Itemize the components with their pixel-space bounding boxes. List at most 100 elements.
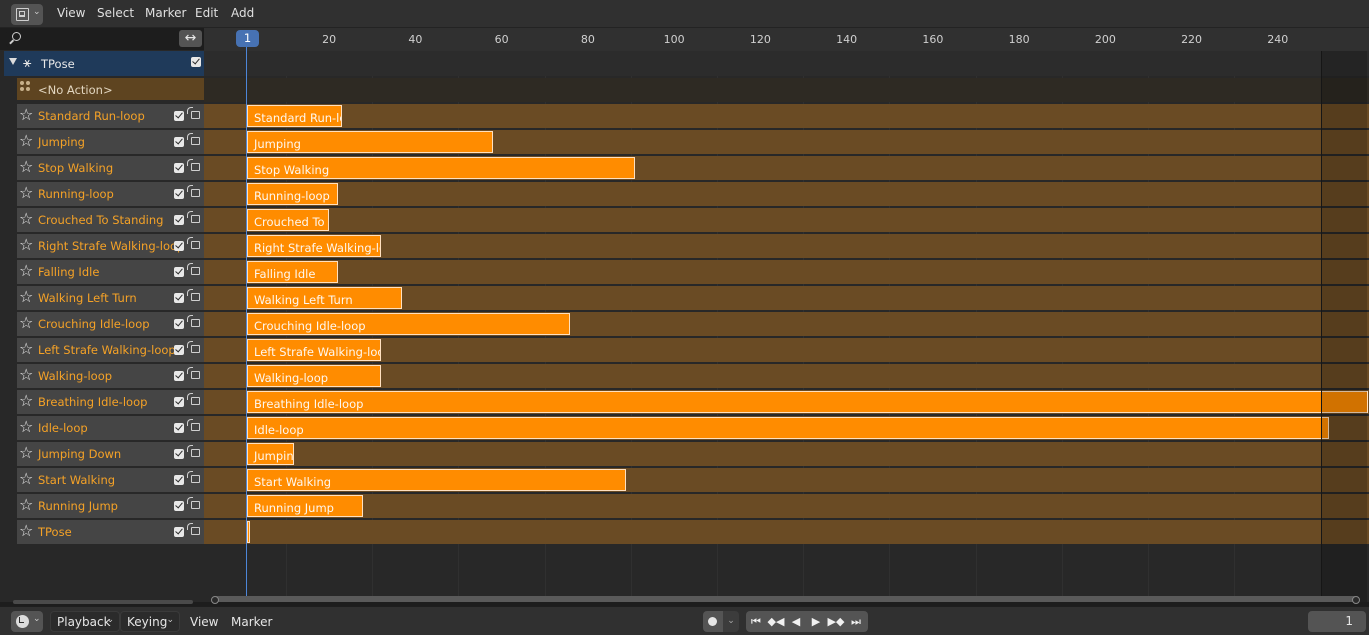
nla-track-row[interactable]: ☆ Crouching Idle-loop xyxy=(17,312,204,338)
play-icon[interactable]: ▶ xyxy=(806,611,826,632)
lock-icon[interactable] xyxy=(187,107,200,119)
lock-icon[interactable] xyxy=(187,497,200,509)
object-channel[interactable]: ⚹ TPose xyxy=(4,51,204,76)
menu-select[interactable]: Select xyxy=(97,6,134,20)
nla-track-row[interactable]: ☆ Walking-loop xyxy=(17,364,204,390)
star-icon[interactable]: ☆ xyxy=(19,184,33,202)
action-strip[interactable]: Standard Run-lo xyxy=(247,105,342,127)
lock-icon[interactable] xyxy=(187,471,200,483)
action-strip[interactable]: Crouching Idle-loop xyxy=(247,313,571,335)
lock-icon[interactable] xyxy=(187,211,200,223)
star-icon[interactable]: ☆ xyxy=(19,418,33,436)
frame-ruler[interactable]: 20 40 60 80 100 120 140 160 180 200 220 240 xyxy=(204,28,1369,51)
menu-view[interactable]: View xyxy=(57,6,85,20)
star-icon[interactable]: ☆ xyxy=(19,158,33,176)
playhead[interactable] xyxy=(246,47,247,602)
star-icon[interactable]: ☆ xyxy=(19,392,33,410)
track-mute-checkbox[interactable] xyxy=(174,501,184,511)
disclosure-triangle-icon[interactable] xyxy=(9,58,17,65)
track-mute-checkbox[interactable] xyxy=(174,345,184,355)
star-icon[interactable]: ☆ xyxy=(19,366,33,384)
action-strip[interactable]: Walking-loop xyxy=(247,365,381,387)
play-reverse-icon[interactable]: ◀ xyxy=(786,611,806,632)
nla-track-row[interactable]: ☆ Running-loop xyxy=(17,182,204,208)
nla-track-row[interactable]: ☆ Stop Walking xyxy=(17,156,204,182)
action-strip[interactable]: Walking Left Turn xyxy=(247,287,403,309)
nla-track-row[interactable]: ☆ Right Strafe Walking-loop xyxy=(17,234,204,260)
action-strip[interactable]: Right Strafe Walking-loo xyxy=(247,235,381,257)
object-checkbox[interactable] xyxy=(191,57,201,67)
action-strip[interactable]: Crouched To xyxy=(247,209,329,231)
star-icon[interactable]: ☆ xyxy=(19,262,33,280)
star-icon[interactable]: ☆ xyxy=(19,340,33,358)
track-mute-checkbox[interactable] xyxy=(174,163,184,173)
search-field[interactable] xyxy=(6,30,179,47)
action-strip[interactable]: Falling Idle xyxy=(247,261,338,283)
menu-view[interactable]: View xyxy=(190,615,218,629)
action-strip[interactable]: Breathing Idle-loop xyxy=(247,391,1369,413)
star-icon[interactable]: ☆ xyxy=(19,288,33,306)
star-icon[interactable]: ☆ xyxy=(19,444,33,462)
action-strip[interactable]: Running Jump xyxy=(247,495,364,517)
track-mute-checkbox[interactable] xyxy=(174,137,184,147)
search-input[interactable] xyxy=(26,30,176,47)
track-mute-checkbox[interactable] xyxy=(174,423,184,433)
track-mute-checkbox[interactable] xyxy=(174,449,184,459)
menu-edit[interactable]: Edit xyxy=(195,6,218,20)
action-strip[interactable]: Left Strafe Walking-loop xyxy=(247,339,381,361)
lock-icon[interactable] xyxy=(187,263,200,275)
no-action-channel[interactable]: <No Action> xyxy=(17,78,204,100)
track-mute-checkbox[interactable] xyxy=(174,189,184,199)
channel-scrollbar[interactable] xyxy=(13,600,193,604)
nla-track-row[interactable]: ☆ Crouched To Standing xyxy=(17,208,204,234)
lock-icon[interactable] xyxy=(187,393,200,405)
nla-strip-view[interactable]: Standard Run-lo Jumping Stop Walking Runnin… xyxy=(204,51,1369,602)
track-mute-checkbox[interactable] xyxy=(174,267,184,277)
lock-icon[interactable] xyxy=(187,133,200,145)
track-mute-checkbox[interactable] xyxy=(174,527,184,537)
lock-icon[interactable] xyxy=(187,341,200,353)
jump-to-end-icon[interactable]: ⏭ xyxy=(846,611,866,632)
lock-icon[interactable] xyxy=(187,159,200,171)
track-mute-checkbox[interactable] xyxy=(174,215,184,225)
nla-track-row[interactable]: ☆ Jumping xyxy=(17,130,204,156)
prev-keyframe-icon[interactable]: ◆◀ xyxy=(766,611,786,632)
action-strip[interactable]: Jumpin xyxy=(247,443,295,465)
nla-track-row[interactable]: ☆ Standard Run-loop xyxy=(17,104,204,130)
nla-track-row[interactable]: ☆ Start Walking xyxy=(17,468,204,494)
nla-track-row[interactable]: ☆ Jumping Down xyxy=(17,442,204,468)
track-mute-checkbox[interactable] xyxy=(174,111,184,121)
lock-icon[interactable] xyxy=(187,289,200,301)
nla-track-row[interactable]: ☆ Falling Idle xyxy=(17,260,204,286)
nla-track-row[interactable]: ☆ Idle-loop xyxy=(17,416,204,442)
nla-track-row[interactable]: ☆ Breathing Idle-loop xyxy=(17,390,204,416)
horizontal-scrollbar[interactable] xyxy=(211,596,1360,604)
editor-type-button[interactable]: ⌄ xyxy=(11,4,43,25)
star-icon[interactable]: ☆ xyxy=(19,106,33,124)
star-icon[interactable]: ☆ xyxy=(19,210,33,228)
action-strip[interactable] xyxy=(247,521,250,543)
track-mute-checkbox[interactable] xyxy=(174,293,184,303)
track-mute-checkbox[interactable] xyxy=(174,241,184,251)
menu-marker[interactable]: Marker xyxy=(231,615,272,629)
nla-track-row[interactable]: ☆ Left Strafe Walking-loop xyxy=(17,338,204,364)
track-mute-checkbox[interactable] xyxy=(174,371,184,381)
lock-icon[interactable] xyxy=(187,367,200,379)
lock-icon[interactable] xyxy=(187,237,200,249)
menu-marker[interactable]: Marker xyxy=(145,6,186,20)
track-mute-checkbox[interactable] xyxy=(174,397,184,407)
star-icon[interactable]: ☆ xyxy=(19,522,33,540)
action-strip[interactable]: Stop Walking xyxy=(247,157,636,179)
lock-icon[interactable] xyxy=(187,185,200,197)
timeline-editor-type-button[interactable]: ⌄ xyxy=(11,611,43,632)
swap-arrows-icon[interactable]: ↔ xyxy=(179,30,202,47)
next-keyframe-icon[interactable]: ▶◆ xyxy=(826,611,846,632)
menu-add[interactable]: Add xyxy=(231,6,254,20)
current-frame-indicator[interactable]: 1 xyxy=(236,30,259,47)
star-icon[interactable]: ☆ xyxy=(19,314,33,332)
track-mute-checkbox[interactable] xyxy=(174,319,184,329)
record-icon[interactable] xyxy=(703,611,723,632)
jump-to-start-icon[interactable]: ⏮ xyxy=(746,611,766,632)
nla-track-row[interactable]: ☆ Running Jump xyxy=(17,494,204,520)
track-mute-checkbox[interactable] xyxy=(174,475,184,485)
